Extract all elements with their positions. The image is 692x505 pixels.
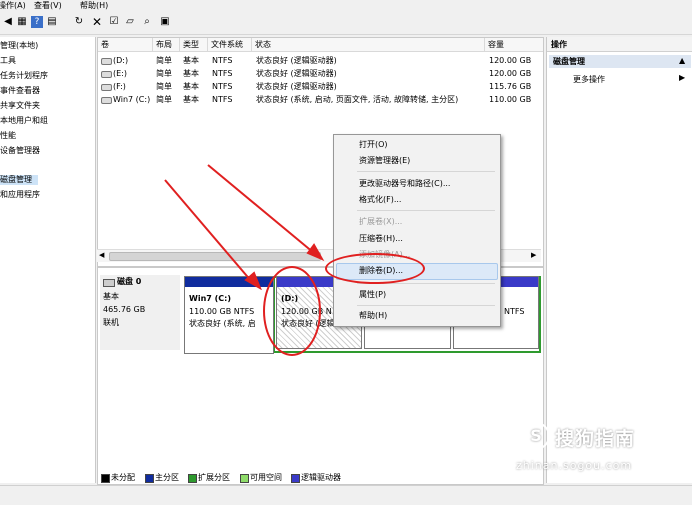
tree-item-task-scheduler[interactable]: 任务计划程序 <box>0 71 48 81</box>
toolbar: ◀ ▦ ? ▤ ↻ ✕ ☑ ▱ ⌕ ▣ <box>0 12 692 35</box>
tree-item-local-users[interactable]: 本地用户和组 <box>0 116 48 126</box>
scroll-left-icon[interactable]: ◀ <box>99 251 104 259</box>
refresh-icon[interactable]: ↻ <box>73 16 85 28</box>
watermark: S 搜狗指南 zhinan.sogou.com <box>516 420 682 480</box>
actions-header: 操作 <box>551 40 567 49</box>
search-icon[interactable]: ⌕ <box>141 16 153 28</box>
menu-separator <box>357 305 495 306</box>
column-layout[interactable]: 布局 <box>153 38 180 52</box>
more-actions[interactable]: 更多操作 ▶ <box>549 73 691 85</box>
drive-icon <box>101 97 112 104</box>
tree-item-event-viewer[interactable]: 事件查看器 <box>0 86 40 96</box>
tree-item-device-manager[interactable]: 设备管理器 <box>0 146 40 156</box>
watermark-url: zhinan.sogou.com <box>516 459 633 472</box>
status-bar <box>0 485 692 505</box>
context-menu: 打开(O) 资源管理器(E) 更改驱动器号和路径(C)... 格式化(F)...… <box>333 134 501 327</box>
column-volume[interactable]: 卷 <box>98 38 153 52</box>
actions-pane: 操作 磁盘管理 ▲ 更多操作 ▶ <box>546 37 692 483</box>
column-type[interactable]: 类型 <box>180 38 208 52</box>
view-icon[interactable]: ▤ <box>46 16 58 28</box>
tree-item-performance[interactable]: 性能 <box>0 131 16 141</box>
menu-item-properties[interactable]: 属性(P) <box>359 289 386 301</box>
disk-state: 联机 <box>103 318 119 327</box>
menu-item-extend-volume: 扩展卷(X)... <box>359 217 403 226</box>
disk-name: 磁盘 0 <box>117 277 142 286</box>
disk-icon <box>103 279 115 287</box>
tree-item-services-apps[interactable]: 和应用程序 <box>0 190 40 200</box>
delete-icon[interactable]: ✕ <box>91 16 103 28</box>
menu-separator <box>357 171 495 172</box>
drive-icon <box>101 71 112 78</box>
navigation-tree: 管理(本地) 工具 任务计划程序 事件查看器 共享文件夹 本地用户和组 性能 设… <box>0 37 96 483</box>
legend-swatch-extended <box>188 474 197 483</box>
submenu-arrow-icon: ▶ <box>679 73 686 82</box>
folder-open-icon[interactable]: ▱ <box>124 16 136 28</box>
tree-item-computer-management[interactable]: 管理(本地) <box>0 41 38 51</box>
menu-bar: 操作(A) 查看(V) 帮助(H) <box>0 0 692 12</box>
menu-item-shrink-volume[interactable]: 压缩卷(H)... <box>359 233 403 245</box>
menu-item-open[interactable]: 打开(O) <box>359 139 388 151</box>
drive-icon <box>101 58 112 65</box>
menu-view[interactable]: 查看(V) <box>34 0 62 12</box>
tree-item-tools[interactable]: 工具 <box>0 56 16 66</box>
tree-item-shared-folders[interactable]: 共享文件夹 <box>0 101 40 111</box>
collapse-icon[interactable]: ▲ <box>679 56 685 65</box>
legend-swatch-logical <box>291 474 300 483</box>
menu-action[interactable]: 操作(A) <box>0 0 26 12</box>
legend-swatch-free <box>240 474 249 483</box>
drive-icon <box>101 84 112 91</box>
legend-swatch-primary <box>145 474 154 483</box>
column-filesystem[interactable]: 文件系统 <box>208 38 252 52</box>
actions-section-disk-management[interactable]: 磁盘管理 ▲ <box>549 55 691 68</box>
annotation-circle-delete <box>325 253 425 284</box>
menu-item-change-drive-letter[interactable]: 更改驱动器号和路径(C)... <box>359 178 450 190</box>
help-icon[interactable]: ? <box>31 16 43 28</box>
menu-separator <box>357 210 495 211</box>
disk-settings-icon[interactable]: ▣ <box>159 16 171 28</box>
menu-item-format[interactable]: 格式化(F)... <box>359 194 401 206</box>
menu-item-help[interactable]: 帮助(H) <box>359 310 387 322</box>
disk-type: 基本 <box>103 292 119 301</box>
watermark-brand: 搜狗指南 <box>555 428 636 450</box>
column-status[interactable]: 状态 <box>252 38 485 52</box>
disk-size: 465.76 GB <box>103 305 146 314</box>
legend: 未分配 主分区 扩展分区 可用空间 逻辑驱动器 <box>97 471 542 483</box>
checklist-icon[interactable]: ☑ <box>108 16 120 28</box>
menu-item-explorer[interactable]: 资源管理器(E) <box>359 155 410 167</box>
tree-item-disk-management[interactable]: 磁盘管理 <box>0 175 38 185</box>
sogou-logo-icon: S <box>522 422 550 450</box>
column-capacity[interactable]: 容量 <box>485 38 543 52</box>
back-icon[interactable]: ◀ <box>2 16 14 28</box>
legend-swatch-unallocated <box>101 474 110 483</box>
annotation-arrows-icon <box>164 164 325 290</box>
properties-icon[interactable]: ▦ <box>16 16 28 28</box>
menu-help[interactable]: 帮助(H) <box>80 0 108 12</box>
scroll-right-icon[interactable]: ▶ <box>531 251 536 259</box>
